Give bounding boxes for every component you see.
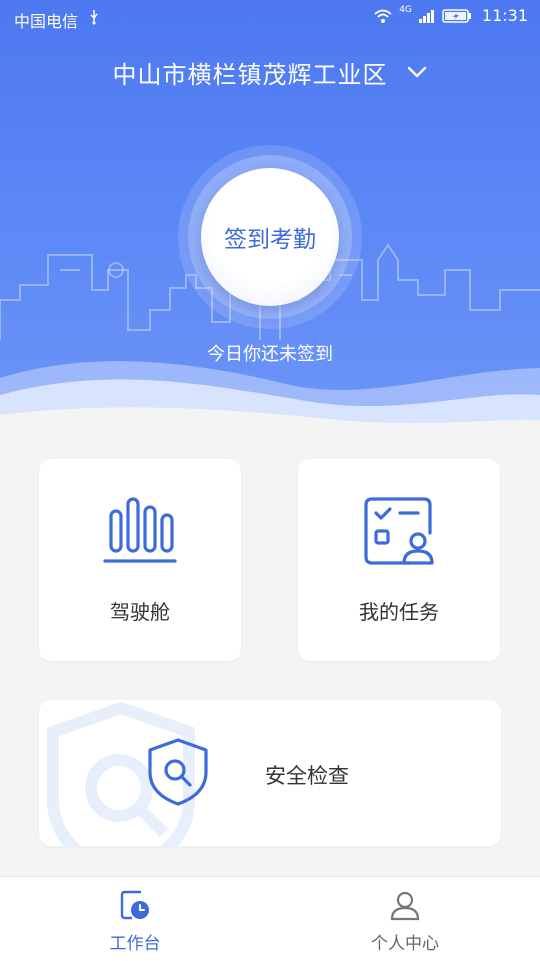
safety-inspection-label: 安全检查 [265, 764, 349, 788]
shield-search-icon [148, 738, 208, 806]
cockpit-label: 驾驶舱 [110, 600, 170, 624]
my-tasks-card[interactable]: 我的任务 [298, 459, 500, 661]
battery-icon [442, 8, 471, 23]
wifi-icon [374, 9, 392, 23]
location-selector[interactable]: 中山市横栏镇茂辉工业区 [0, 54, 540, 90]
network-type: 4G [399, 4, 412, 15]
status-indicators: 4G 11:31 [373, 4, 528, 25]
user-icon [390, 891, 420, 921]
checkin-status-text: 今日你还未签到 [207, 344, 333, 365]
location-name: 中山市横栏镇茂辉工业区 [112, 60, 388, 89]
signal-icon [418, 9, 434, 23]
chevron-down-icon [407, 66, 426, 78]
task-list-icon [364, 497, 434, 565]
tab-workbench-label: 工作台 [109, 934, 161, 954]
tab-personal-center[interactable]: 个人中心 [270, 877, 540, 961]
bar-chart-icon [103, 497, 177, 563]
tab-workbench[interactable]: 工作台 [0, 877, 270, 961]
checkin-button[interactable]: 签到考勤 [201, 168, 339, 306]
usb-icon [90, 10, 98, 25]
bottom-tab-bar: 工作台 个人中心 [0, 876, 540, 961]
tab-personal-center-label: 个人中心 [371, 934, 439, 954]
carrier-name: 中国电信 [14, 12, 79, 31]
workbench-icon [120, 890, 149, 920]
status-bar: 中国电信 4G 11:31 [0, 0, 540, 36]
clock: 11:31 [481, 6, 528, 25]
cockpit-card[interactable]: 驾驶舱 [39, 459, 241, 661]
checkin-button-label: 签到考勤 [224, 227, 316, 253]
safety-inspection-card[interactable]: 安全检查 [39, 700, 501, 846]
my-tasks-label: 我的任务 [359, 600, 439, 624]
